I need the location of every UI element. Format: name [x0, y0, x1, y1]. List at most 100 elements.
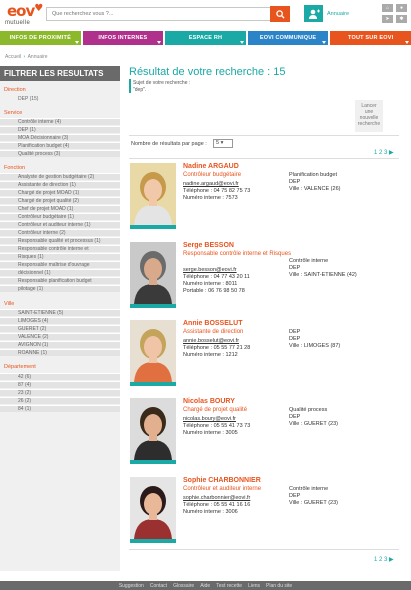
settings-icon[interactable]: ✱ — [396, 15, 407, 23]
filter-item[interactable]: LIMOGES (4) — [0, 317, 120, 324]
person-phone: Téléphone : 04 75 82 75 73 — [183, 188, 251, 194]
pagination-bottom[interactable]: 1 2 3 ▶ — [374, 556, 394, 563]
filter-item[interactable]: Responsable qualité et processus (1) — [0, 237, 120, 244]
divider — [129, 158, 399, 159]
person-photo[interactable] — [130, 477, 176, 539]
filter-item[interactable]: MOA Décisionnaire (3) — [0, 134, 120, 141]
filter-item[interactable]: 23 (2) — [0, 389, 120, 396]
footer-link[interactable]: Contact — [150, 583, 167, 589]
nav-infos-proximite[interactable]: INFOS DE PROXIMITÉ — [0, 31, 81, 45]
filter-item[interactable]: AVIGNON (1) — [0, 341, 120, 348]
pagination-top[interactable]: 1 2 3 ▶ — [374, 149, 394, 156]
search-button[interactable] — [270, 6, 290, 22]
filter-item[interactable]: Chargé de projet MOAD (1) — [0, 189, 120, 196]
filter-item[interactable]: 26 (2) — [0, 397, 120, 404]
person-photo[interactable] — [130, 242, 176, 304]
person-internal-number: Numéro interne : 3005 — [183, 430, 238, 436]
person-internal-number: Numéro interne : 8011 — [183, 281, 238, 287]
filter-item[interactable]: Chargé de projet qualité (2) — [0, 197, 120, 204]
filter-item[interactable]: 42 (6) — [0, 373, 120, 380]
filter-item[interactable]: pilotage (1) — [0, 285, 120, 292]
filter-item[interactable]: DEP (15) — [0, 96, 120, 102]
photo-accent-bar — [130, 225, 176, 229]
filter-item[interactable]: Analyste de gestion budgétaire (2) — [0, 173, 120, 180]
filter-item[interactable]: Contrôleur budgétaire (1) — [0, 213, 120, 220]
footer-link[interactable]: Suggestion — [119, 583, 144, 589]
filter-item[interactable]: Responsable maîtrise d'ouvrage — [0, 261, 120, 268]
filter-item[interactable]: VALENCE (2) — [0, 333, 120, 340]
person-city: Ville : LIMOGES (87) — [289, 343, 341, 349]
main-nav: INFOS DE PROXIMITÉ INFOS INTERNES ESPACE… — [0, 31, 411, 45]
query-label: Sujet de votre recherche : — [133, 80, 191, 86]
person-photo[interactable] — [130, 320, 176, 382]
person-direction: DEP — [289, 414, 301, 420]
filter-item[interactable]: DEP (1) — [0, 126, 120, 133]
person-name[interactable]: Nicolas BOURY — [183, 398, 235, 405]
person-email[interactable]: annie.bosselut@eovi.fr — [183, 338, 239, 344]
filter-item[interactable]: 87 (4) — [0, 381, 120, 388]
results-title: Résultat de votre recherche : 15 — [129, 66, 286, 78]
filter-item[interactable]: Risques (1) — [0, 253, 120, 260]
search-input[interactable] — [46, 7, 272, 21]
person-name[interactable]: Serge BESSON — [183, 242, 234, 249]
filter-item[interactable]: ROANNE (1) — [0, 349, 120, 356]
eovi-logo[interactable]: eov♥ mutuelle — [5, 2, 43, 28]
filter-item[interactable]: Chef de projet MOAD (1) — [0, 205, 120, 212]
photo-accent-bar — [130, 539, 176, 543]
person-direction: DEP — [289, 179, 301, 185]
person-phone: Téléphone : 05 55 77 21 28 — [183, 345, 251, 351]
filter-item[interactable]: SAINT-ETIENNE (5) — [0, 309, 120, 316]
result-card: Serge BESSON Responsable contrôle interne… — [129, 242, 396, 312]
footer-link[interactable]: Aide — [200, 583, 210, 589]
breadcrumb-home[interactable]: Accueil — [5, 54, 21, 60]
person-role: Contrôleur et auditeur interne — [183, 486, 262, 492]
person-name[interactable]: Nadine ARGAUD — [183, 163, 239, 170]
person-name[interactable]: Sophie CHARBONNIER — [183, 477, 261, 484]
person-email[interactable]: sophie.charbonnier@eovi.fr — [183, 495, 250, 501]
filter-item[interactable]: Contrôle interne (4) — [0, 118, 120, 125]
nav-label: TOUT SUR EOVI — [348, 35, 394, 41]
person-email[interactable]: serge.besson@eovi.fr — [183, 267, 237, 273]
person-email[interactable]: nicolas.boury@eovi.fr — [183, 416, 236, 422]
footer-link[interactable]: Liens — [248, 583, 260, 589]
person-service: Planification budget — [289, 172, 338, 178]
nav-label: EOVI COMMUNIQUE — [259, 35, 317, 41]
filter-item[interactable]: Qualité process (3) — [0, 150, 120, 157]
filter-item[interactable]: Contrôleur interne (2) — [0, 229, 120, 236]
filter-item[interactable]: Responsable planification budget — [0, 277, 120, 284]
home-icon[interactable]: ⌂ — [382, 4, 393, 12]
person-internal-number: Numéro interne : 3006 — [183, 509, 238, 515]
annuaire-icon[interactable] — [304, 5, 323, 22]
filter-item[interactable]: Contrôleur et auditeur interne (1) — [0, 221, 120, 228]
footer-link[interactable]: Plan du site — [266, 583, 292, 589]
footer-link[interactable]: Test recette — [216, 583, 242, 589]
person-city: Ville : GUERET (23) — [289, 500, 339, 506]
nav-eovi-communique[interactable]: EOVI COMMUNIQUE — [247, 31, 329, 45]
filter-item[interactable]: décisionnel (1) — [0, 269, 120, 276]
person-direction: DEP — [289, 265, 301, 271]
filter-item[interactable]: GUERET (2) — [0, 325, 120, 332]
person-photo[interactable] — [130, 398, 176, 460]
person-photo[interactable] — [130, 163, 176, 225]
search-icon — [275, 9, 285, 19]
chevron-down-icon — [74, 41, 79, 44]
person-city: Ville : VALENCE (26) — [289, 186, 341, 192]
person-email[interactable]: nadine.argaud@eovi.fr — [183, 181, 239, 187]
person-name[interactable]: Annie BOSSELUT — [183, 320, 243, 327]
footer-link[interactable]: Glossaire — [173, 583, 194, 589]
nav-tout-sur-eovi[interactable]: TOUT SUR EOVI — [330, 31, 411, 45]
filter-item[interactable]: Assistante de direction (1) — [0, 181, 120, 188]
filter-item[interactable]: Planification budget (4) — [0, 142, 120, 149]
filter-item[interactable]: 84 (1) — [0, 405, 120, 412]
perpage-select[interactable]: 5 ▾ — [213, 139, 233, 148]
send-icon[interactable]: ➤ — [382, 15, 393, 23]
filter-item[interactable]: Responsable contrôle interne et — [0, 245, 120, 252]
nav-infos-internes[interactable]: INFOS INTERNES — [82, 31, 164, 45]
divider — [129, 549, 399, 550]
person-role: Chargé de projet qualité — [183, 407, 248, 413]
nav-espace-rh[interactable]: ESPACE RH — [165, 31, 246, 45]
user-icon[interactable]: ● — [396, 4, 407, 12]
chevron-down-icon — [157, 41, 162, 44]
new-search-button[interactable]: Lancer une nouvelle recherche — [355, 100, 383, 132]
annuaire-link[interactable]: Annuaire — [327, 11, 349, 17]
